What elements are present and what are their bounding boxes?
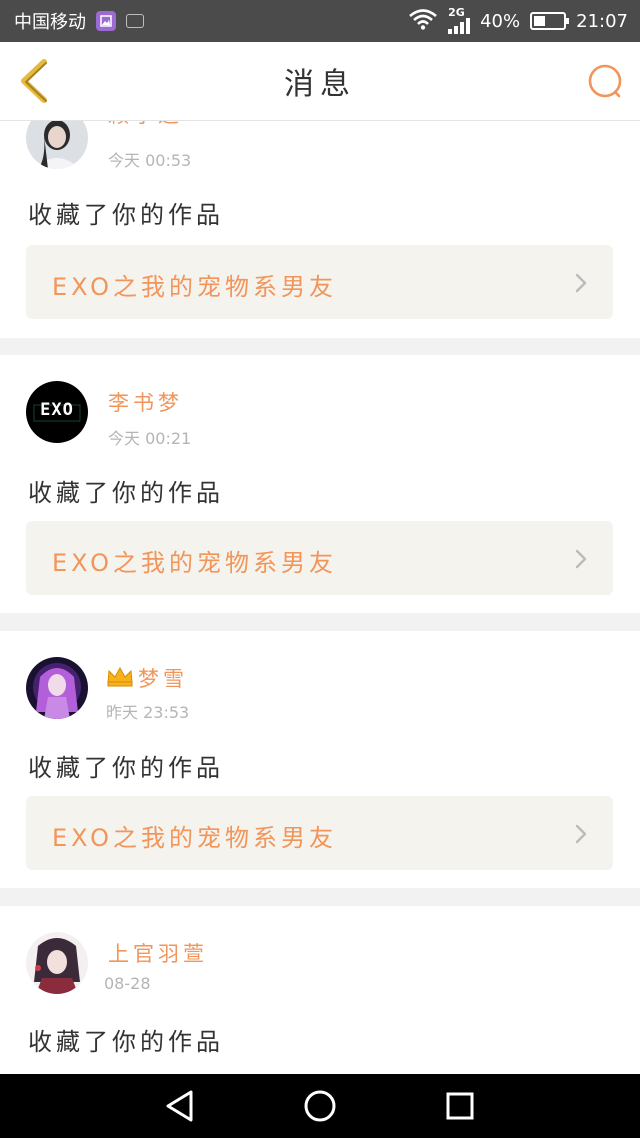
action-text: 收藏了你的作品	[28, 754, 224, 782]
triangle-back-icon	[166, 1090, 193, 1122]
work-title: EXO之我的宠物系男友	[52, 273, 337, 301]
chevron-right-icon	[575, 273, 587, 293]
clock-label: 21:07	[576, 10, 628, 32]
action-text: 收藏了你的作品	[28, 1028, 224, 1056]
carrier-label: 中国移动	[14, 12, 86, 33]
battery-fill	[534, 16, 546, 26]
search-icon	[588, 64, 622, 98]
chevron-left-icon	[21, 59, 47, 103]
message-time: 今天 00:53	[108, 151, 192, 170]
avatar[interactable]	[26, 657, 88, 719]
page-title: 消息	[284, 67, 356, 102]
network-type-label: 2G	[448, 6, 465, 19]
wifi-icon	[408, 8, 438, 35]
username[interactable]: 李书梦	[108, 387, 183, 417]
battery-icon	[530, 12, 570, 30]
username[interactable]: 上官羽萱	[108, 938, 208, 968]
work-link[interactable]: EXO之我的宠物系男友	[26, 245, 613, 319]
chevron-right-icon	[575, 549, 587, 569]
message-time: 今天 00:21	[108, 429, 192, 448]
avatar[interactable]	[26, 932, 88, 994]
work-title: EXO之我的宠物系男友	[52, 824, 337, 852]
message-list[interactable]: 籁予遥 今天 00:53 收藏了你的作品 EXO之我的宠物系男友 EXO 李书梦…	[0, 121, 640, 1074]
action-text: 收藏了你的作品	[28, 201, 224, 229]
nav-recent-button[interactable]	[440, 1086, 480, 1126]
message-card: EXO 李书梦 今天 00:21 收藏了你的作品 EXO之我的宠物系男友	[0, 355, 640, 613]
back-button[interactable]	[14, 56, 58, 106]
square-recent-icon	[446, 1092, 474, 1120]
status-bar: 中国移动 2G 40% 21:07	[0, 0, 640, 42]
status-left: 中国移动	[14, 8, 144, 34]
work-title: EXO之我的宠物系男友	[52, 549, 337, 577]
sim-icon	[126, 14, 144, 28]
avatar[interactable]: EXO	[26, 381, 88, 443]
work-link[interactable]: EXO之我的宠物系男友	[26, 796, 613, 870]
work-link[interactable]: EXO之我的宠物系男友	[26, 521, 613, 595]
cell-signal: 2G	[448, 6, 471, 34]
message-card: 梦雪 昨天 23:53 收藏了你的作品 EXO之我的宠物系男友	[0, 631, 640, 888]
signal-bars-icon	[448, 18, 471, 34]
status-right: 2G 40% 21:07	[408, 6, 628, 35]
nav-home-button[interactable]	[300, 1086, 340, 1126]
action-text: 收藏了你的作品	[28, 479, 224, 507]
system-nav-bar	[0, 1074, 640, 1138]
circle-home-icon	[304, 1090, 336, 1122]
header-bar: 消息	[0, 42, 640, 121]
gallery-app-icon	[96, 11, 116, 31]
username[interactable]: 籁予遥	[108, 121, 183, 129]
chevron-right-icon	[575, 824, 587, 844]
message-time: 08-28	[104, 974, 151, 993]
username[interactable]: 梦雪	[138, 663, 188, 693]
message-card: 上官羽萱 08-28 收藏了你的作品	[0, 906, 640, 1074]
nav-back-button[interactable]	[160, 1086, 200, 1126]
battery-percent-label: 40%	[480, 10, 521, 32]
message-time: 昨天 23:53	[106, 703, 190, 722]
message-card: 籁予遥 今天 00:53 收藏了你的作品 EXO之我的宠物系男友	[0, 121, 640, 338]
search-button[interactable]	[586, 62, 626, 102]
crown-icon	[106, 665, 134, 691]
avatar[interactable]	[26, 121, 88, 169]
avatar-logo-text: EXO	[40, 400, 74, 420]
messages-screen: 中国移动 2G 40% 21:07 消息 今天 00:53 收藏了你的作品 EX…	[0, 0, 640, 1138]
